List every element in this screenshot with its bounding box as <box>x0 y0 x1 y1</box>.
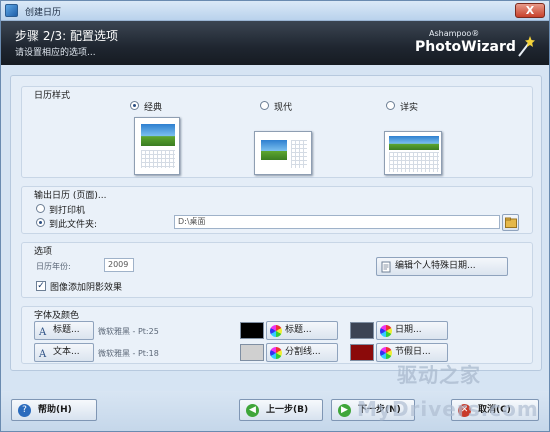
step-title: 步骤 2/3: 配置选项 <box>15 29 118 43</box>
app-window: 创建日历 X 步骤 2/3: 配置选项 请设置相应的选项... Ashampoo… <box>0 0 550 432</box>
date-color-label: 日期... <box>395 325 422 335</box>
output-group: 输出日历 (页面)... 到打印机 到此文件夹: D:\桌面 <box>21 186 533 234</box>
divider-color-label: 分割线... <box>285 347 321 357</box>
year-field[interactable]: 2009 <box>104 258 134 272</box>
style-classic-thumbnail[interactable] <box>134 117 180 175</box>
arrow-left-icon: ◀ <box>246 404 259 417</box>
output-printer-label[interactable]: 到打印机 <box>49 203 85 216</box>
style-modern-label[interactable]: 现代 <box>274 100 292 113</box>
style-detailed-radio[interactable] <box>386 101 395 110</box>
close-button[interactable]: X <box>515 3 545 18</box>
fonts-colors-label: 字体及颜色 <box>34 311 80 321</box>
document-icon <box>381 261 391 273</box>
title-bar: 创建日历 X <box>1 1 549 21</box>
step-subtitle: 请设置相应的选项... <box>15 48 96 58</box>
fonts-colors-group: 字体及颜色 A 标题... 微软雅黑 - Pt:25 A 文本... 微软雅黑 … <box>21 306 533 364</box>
watermark-url: MyDrivers.com <box>357 397 539 421</box>
folder-icon <box>505 217 517 228</box>
holiday-color-swatch <box>350 344 374 361</box>
folder-path-field[interactable]: D:\桌面 <box>174 215 500 229</box>
options-group: 选项 日历年份: 2009 ✓ 图像添加阴影效果 编辑个人特殊日期... <box>21 242 533 298</box>
color-wheel-icon <box>380 347 392 359</box>
divider-color-swatch <box>240 344 264 361</box>
arrow-right-icon: ▶ <box>338 404 351 417</box>
style-classic-radio[interactable] <box>130 101 139 110</box>
text-font-label: 文本... <box>53 347 80 357</box>
help-label: 帮助(H) <box>38 405 72 415</box>
style-classic-label[interactable]: 经典 <box>144 100 162 113</box>
app-icon <box>5 4 18 17</box>
color-wheel-icon <box>270 347 282 359</box>
output-printer-radio[interactable] <box>36 204 45 213</box>
text-font-info: 微软雅黑 - Pt:18 <box>98 349 159 358</box>
color-wheel-icon <box>380 325 392 337</box>
style-detailed-label[interactable]: 详实 <box>400 100 418 113</box>
brand-logo: PhotoWizard <box>415 39 516 55</box>
brand-small: Ashampoo® <box>429 29 480 38</box>
font-icon: A <box>38 327 47 337</box>
browse-folder-button[interactable] <box>502 214 519 231</box>
calendar-style-group: 日历样式 经典 现代 详实 <box>21 86 533 178</box>
options-label: 选项 <box>34 247 53 257</box>
year-label: 日历年份: <box>36 262 71 271</box>
style-modern-thumbnail[interactable] <box>254 131 312 175</box>
divider-color-button[interactable]: 分割线... <box>266 343 338 362</box>
text-font-button[interactable]: A 文本... <box>34 343 94 362</box>
magic-wand-icon <box>518 36 535 57</box>
edit-special-dates-button[interactable]: 编辑个人特殊日期... <box>376 257 508 276</box>
title-color-button[interactable]: 标题... <box>266 321 338 340</box>
back-label: 上一步(B) <box>266 405 309 415</box>
window-title: 创建日历 <box>25 8 62 18</box>
title-font-button[interactable]: A 标题... <box>34 321 94 340</box>
shadow-label[interactable]: 图像添加阴影效果 <box>50 280 122 293</box>
output-folder-label[interactable]: 到此文件夹: <box>49 217 97 230</box>
date-color-swatch <box>350 322 374 339</box>
style-modern-radio[interactable] <box>260 101 269 110</box>
options-panel: 日历样式 经典 现代 详实 输出日历 (页面)... 到打印机 到此文件夹: D… <box>10 75 542 371</box>
calendar-style-label: 日历样式 <box>34 91 71 101</box>
title-font-info: 微软雅黑 - Pt:25 <box>98 327 159 336</box>
wizard-header: 步骤 2/3: 配置选项 请设置相应的选项... Ashampoo® Photo… <box>1 21 549 65</box>
help-button[interactable]: ? 帮助(H) <box>11 399 97 421</box>
color-wheel-icon <box>270 325 282 337</box>
output-folder-radio[interactable] <box>36 218 45 227</box>
style-detailed-thumbnail[interactable] <box>384 131 442 175</box>
title-color-label: 标题... <box>285 325 312 335</box>
title-color-swatch <box>240 322 264 339</box>
svg-text:A: A <box>38 349 47 359</box>
output-label: 输出日历 (页面)... <box>34 191 107 201</box>
watermark-text: 驱动之家 <box>397 363 481 387</box>
back-button[interactable]: ◀ 上一步(B) <box>239 399 323 421</box>
date-color-button[interactable]: 日期... <box>376 321 448 340</box>
title-font-label: 标题... <box>53 325 80 335</box>
svg-text:A: A <box>38 327 47 337</box>
shadow-checkbox[interactable]: ✓ <box>36 281 46 291</box>
font-icon: A <box>38 349 47 359</box>
help-icon: ? <box>18 404 31 417</box>
edit-special-dates-label: 编辑个人特殊日期... <box>395 261 476 271</box>
